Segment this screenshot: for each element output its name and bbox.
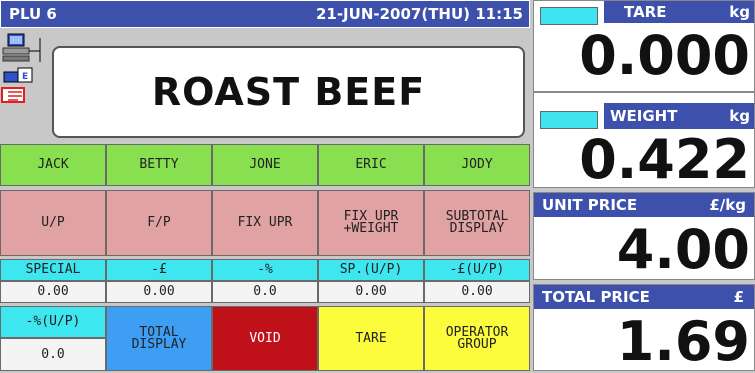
discount-value-pound-up[interactable]: 0.00 [424, 281, 530, 303]
weight-value: 0.422 [579, 128, 750, 191]
total-display-button[interactable]: TOTAL DISPLAY [106, 306, 212, 371]
unit-price-unit: £/kg [709, 196, 746, 214]
discount-value-special[interactable]: 0.00 [0, 281, 106, 303]
weight-title: WEIGHT [610, 107, 678, 125]
discount-value-sp-up[interactable]: 0.00 [318, 281, 424, 303]
product-name: ROAST BEEF [151, 70, 426, 114]
subtotal-display-button[interactable]: SUBTOTAL DISPLAY [424, 190, 530, 256]
plu-number: PLU 6 [9, 5, 57, 23]
unit-price-title-bar: UNIT PRICE £/kg [534, 193, 754, 217]
discount-value-percent[interactable]: 0.0 [212, 281, 318, 303]
fix-upr-button[interactable]: FIX UPR [212, 190, 318, 256]
discount-value-pound[interactable]: 0.00 [106, 281, 212, 303]
date-time: 21-JUN-2007(THU) 11:15 [315, 5, 523, 23]
tare-panel: TARE kg 0.000 [533, 0, 755, 92]
discount-label-pound-up[interactable]: -£(U/P) [424, 259, 530, 281]
tare-value: 0.000 [579, 24, 750, 87]
product-name-box: ROAST BEEF [52, 46, 525, 138]
operator-button-jack[interactable]: JACK [0, 144, 106, 186]
operator-group-label-2: GROUP [457, 336, 497, 352]
operator-button-jone[interactable]: JONE [212, 144, 318, 186]
fix-upr-weight-label-2: +WEIGHT [343, 221, 399, 236]
percent-up-cell[interactable]: -%(U/P) 0.0 [0, 306, 106, 371]
discount-label-percent[interactable]: -% [212, 259, 318, 281]
total-price-title-bar: TOTAL PRICE £ [534, 285, 754, 309]
operator-button-eric[interactable]: ERIC [318, 144, 424, 186]
total-price-title: TOTAL PRICE [542, 288, 650, 306]
total-display-label-2: DISPLAY [131, 336, 187, 352]
total-price-unit: £ [733, 288, 744, 306]
tare-unit: kg [729, 3, 750, 21]
computer-network-icon: E [1, 33, 41, 103]
operator-button-betty[interactable]: BETTY [106, 144, 212, 186]
total-price-value: 1.69 [616, 310, 750, 373]
discount-label-special[interactable]: SPECIAL [0, 259, 106, 281]
tare-button[interactable]: TARE [318, 306, 424, 371]
fix-upr-weight-button[interactable]: FIX UPR +WEIGHT [318, 190, 424, 256]
tare-indicator [540, 7, 598, 25]
status-icons: E [0, 28, 46, 142]
unit-price-button[interactable]: U/P [0, 190, 106, 256]
total-price-panel: TOTAL PRICE £ 1.69 [533, 284, 755, 371]
subtotal-label-2: DISPLAY [449, 221, 505, 236]
percent-up-label: -%(U/P) [0, 306, 106, 338]
weight-title-bar: WEIGHT kg [604, 103, 754, 129]
weight-panel: WEIGHT kg 0.422 [533, 92, 755, 188]
discount-label-pound[interactable]: -£ [106, 259, 212, 281]
operator-button-jody[interactable]: JODY [424, 144, 530, 186]
void-button[interactable]: VOID [212, 306, 318, 371]
fixed-price-button[interactable]: F/P [106, 190, 212, 256]
svg-text:E: E [22, 72, 28, 82]
tare-title: TARE [624, 3, 667, 21]
percent-up-value: 0.0 [0, 338, 106, 371]
unit-price-panel: UNIT PRICE £/kg 4.00 [533, 192, 755, 280]
operator-group-button[interactable]: OPERATOR GROUP [424, 306, 530, 371]
unit-price-value: 4.00 [616, 218, 750, 281]
discount-label-sp-up[interactable]: SP.(U/P) [318, 259, 424, 281]
tare-title-bar: TARE kg [604, 1, 754, 23]
header-bar: PLU 6 21-JUN-2007(THU) 11:15 [0, 0, 530, 28]
weight-unit: kg [729, 107, 750, 125]
unit-price-title: UNIT PRICE [542, 196, 638, 214]
weight-indicator [540, 111, 598, 129]
